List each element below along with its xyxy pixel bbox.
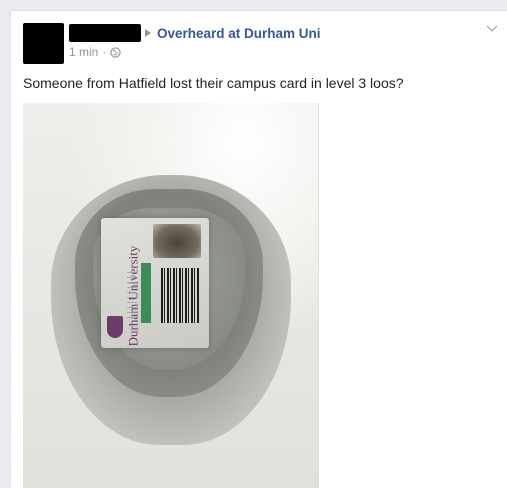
crest-icon [107, 316, 123, 338]
barcode [161, 268, 199, 323]
globe-icon[interactable] [110, 46, 122, 58]
post-meta: 1 min · [69, 44, 122, 60]
campus-card: Durham University [101, 218, 209, 348]
card-details [127, 268, 137, 318]
post-body-text: Someone from Hatfield lost their campus … [23, 75, 404, 91]
feed-post: Overheard at Durham Uni 1 min · Someone … [10, 10, 507, 488]
meta-separator: · [102, 45, 107, 59]
post-photo[interactable]: Durham University [23, 103, 318, 488]
photo-divider [318, 103, 319, 488]
arrow-right-icon [145, 29, 151, 37]
card-band [141, 263, 151, 323]
avatar[interactable] [23, 23, 64, 64]
post-header: Overheard at Durham Uni [145, 23, 321, 43]
post-timestamp[interactable]: 1 min [69, 45, 98, 59]
author-name-redacted[interactable] [69, 24, 141, 42]
card-photo [153, 224, 201, 258]
chevron-down-icon[interactable] [486, 25, 498, 33]
group-link[interactable]: Overheard at Durham Uni [157, 26, 321, 41]
